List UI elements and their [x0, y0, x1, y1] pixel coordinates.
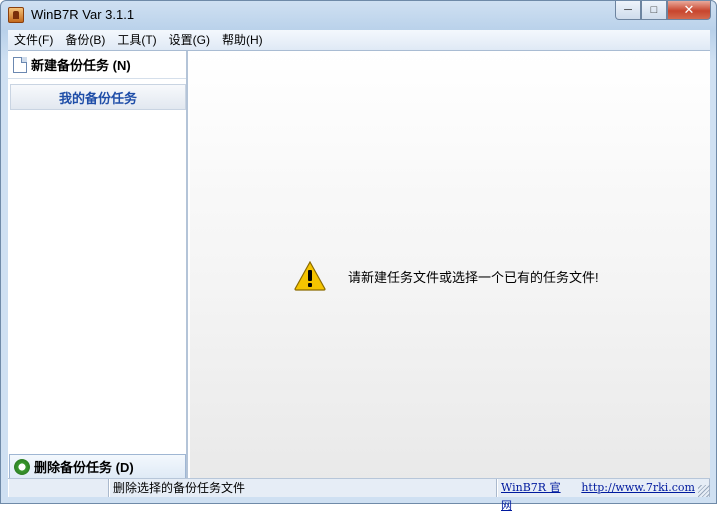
home-link[interactable]: WinB7R 官网	[501, 479, 571, 512]
main-panel: 请新建任务文件或选择一个已有的任务文件!	[190, 51, 710, 479]
menu-help[interactable]: 帮助(H)	[216, 30, 269, 50]
task-list[interactable]	[8, 111, 186, 445]
menu-tools[interactable]: 工具(T)	[111, 30, 162, 50]
url-link[interactable]: http://www.7rki.com	[581, 479, 695, 497]
delete-task-button[interactable]: 删除备份任务 (D)	[9, 454, 186, 479]
resize-grip[interactable]	[698, 485, 710, 497]
menu-backup[interactable]: 备份(B)	[59, 30, 111, 50]
delete-task-label: 删除备份任务 (D)	[34, 460, 134, 475]
window-title: WinB7R Var 3.1.1	[31, 7, 135, 22]
menu-file[interactable]: 文件(F)	[8, 30, 59, 50]
close-button[interactable]: ✕	[667, 1, 711, 20]
new-task-label: 新建备份任务 (N)	[31, 58, 131, 73]
message-text: 请新建任务文件或选择一个已有的任务文件!	[348, 269, 599, 285]
empty-state-message: 请新建任务文件或选择一个已有的任务文件!	[294, 261, 599, 291]
status-bar: 删除选择的备份任务文件 WinB7R 官网 http://www.7rki.co…	[8, 478, 710, 512]
new-task-button[interactable]: 新建备份任务 (N)	[8, 51, 186, 79]
minimize-button[interactable]: ─	[615, 1, 641, 20]
app-icon[interactable]	[8, 7, 24, 23]
status-cell-empty	[8, 479, 109, 497]
menu-settings[interactable]: 设置(G)	[163, 30, 216, 50]
recycle-icon	[14, 458, 30, 475]
sidebar: 新建备份任务 (N) 我的备份任务 删除备份任务 (D)	[8, 51, 188, 479]
client-area: 新建备份任务 (N) 我的备份任务 删除备份任务 (D) 请新建任务文件或选择一…	[8, 50, 710, 479]
menu-bar: 文件(F) 备份(B) 工具(T) 设置(G) 帮助(H)	[8, 30, 710, 50]
maximize-button[interactable]: □	[641, 1, 667, 20]
status-message: 删除选择的备份任务文件	[109, 479, 497, 497]
status-links: WinB7R 官网 http://www.7rki.com	[497, 479, 710, 512]
document-icon	[13, 56, 27, 73]
app-window: WinB7R Var 3.1.1 ─ □ ✕ 文件(F) 备份(B) 工具(T)…	[0, 0, 717, 512]
title-bar[interactable]: WinB7R Var 3.1.1 ─ □ ✕	[1, 1, 716, 30]
warning-icon	[294, 261, 326, 291]
my-tasks-header[interactable]: 我的备份任务	[10, 84, 186, 110]
caption-buttons: ─ □ ✕	[615, 1, 711, 20]
